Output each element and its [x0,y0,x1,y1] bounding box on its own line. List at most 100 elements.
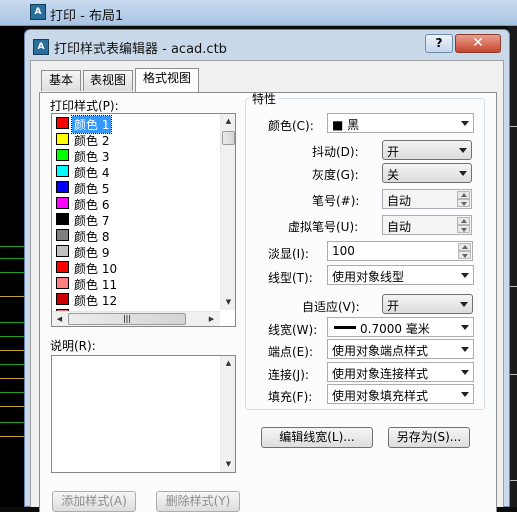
plot-style-table-editor-dialog: A 打印样式表编辑器 - acad.ctb ? ✕ 基本 表视图 格式视图 打印… [24,29,510,512]
plot-style-item[interactable]: 颜色 10 [54,259,216,276]
plot-style-item[interactable]: 颜色 4 [54,163,216,180]
fill-label: 填充(F): [268,390,313,404]
color-swatch-icon [56,133,69,145]
color-swatch-icon [56,165,69,177]
add-style-button[interactable]: 添加样式(A) [52,491,136,512]
screening-spinner[interactable]: 100 [327,241,473,261]
scroll-up-icon[interactable]: ▲ [221,114,236,129]
line-join-dropdown[interactable]: 使用对象连接样式 [327,362,474,382]
lineweight-value: 0.7000 毫米 [360,322,430,336]
plot-style-item[interactable]: 颜色 5 [54,179,216,196]
background-window-title: 打印 - 布局1 [50,9,124,24]
scroll-down-icon[interactable]: ▼ [221,457,236,472]
description-scrollbar[interactable]: ▲ ▼ [220,356,235,472]
spin-down-icon[interactable] [457,199,470,207]
virtual-pen-spinner[interactable]: 自动 [382,215,472,235]
close-button[interactable]: ✕ [455,34,501,53]
plot-styles-rows: 颜色 1 颜色 2 颜色 3 颜色 4 颜色 5 颜色 6 颜色 7 颜色 8 颜色 9 颜色 1… [52,115,220,311]
pen-number-label: 笔号(#): [312,194,360,208]
plot-styles-list[interactable]: 颜色 1 颜色 2 颜色 3 颜色 4 颜色 5 颜色 6 颜色 7 颜色 8 颜色 9 颜色 1… [51,113,236,327]
color-swatch-icon [56,245,69,257]
delete-style-button[interactable]: 删除样式(Y) [156,491,240,512]
chevron-down-icon [461,273,469,278]
styles-vertical-scrollbar[interactable]: ▲ ▼ [220,114,235,310]
scroll-down-icon[interactable]: ▼ [221,295,236,310]
tab-form-view[interactable]: 格式视图 [135,68,199,92]
plot-style-item[interactable]: 颜色 11 [54,275,216,292]
linetype-dropdown[interactable]: 使用对象线型 [327,265,474,285]
color-swatch-icon [56,293,69,305]
scroll-up-icon[interactable]: ▲ [221,356,236,371]
linetype-label: 线型(T): [268,271,313,285]
chevron-down-icon [461,325,469,330]
lineweight-sample-icon [334,326,356,329]
grayscale-value: 关 [387,168,400,182]
chevron-down-icon [459,171,467,176]
chevron-down-icon [461,347,469,352]
form-view-panel: 打印样式(P): 颜色 1 颜色 2 颜色 3 颜色 4 颜色 5 颜色 6 颜色 7 颜色 … [39,90,497,512]
tab-general[interactable]: 基本 [41,70,81,91]
line-join-label: 连接(J): [268,368,309,382]
autocad-app-icon: A [30,4,46,20]
pen-number-value: 自动 [387,194,412,208]
fill-dropdown[interactable]: 使用对象填充样式 [327,384,474,404]
color-swatch-icon [56,117,69,129]
color-label: 颜色(C): [268,119,314,133]
color-dropdown[interactable]: ■ 黑 [327,113,474,133]
scroll-right-icon[interactable]: ▶ [204,312,219,327]
drawing-area-strip [0,26,24,507]
spin-up-icon[interactable] [458,243,471,251]
scroll-thumb[interactable] [222,131,235,145]
plot-style-item[interactable]: 颜色 6 [54,195,216,212]
grayscale-label: 灰度(G): [312,168,359,182]
spin-up-icon[interactable] [457,217,470,225]
virtual-pen-value: 自动 [387,220,412,234]
background-titlebar: A 打印 - 布局1 [0,0,517,26]
line-join-value: 使用对象连接样式 [332,367,429,381]
plot-style-item[interactable]: 颜色 9 [54,243,216,260]
line-end-value: 使用对象端点样式 [332,344,429,358]
fill-value: 使用对象填充样式 [332,389,429,403]
lineweight-dropdown[interactable]: 0.7000 毫米 [327,317,474,337]
plot-style-item[interactable]: 颜色 1 [54,115,216,134]
description-textarea[interactable]: ▲ ▼ [51,355,236,473]
dither-value: 开 [387,145,400,159]
chevron-down-icon [461,370,469,375]
help-button[interactable]: ? [425,34,453,53]
color-swatch-icon [56,229,69,241]
scroll-left-icon[interactable]: ◀ [52,312,67,327]
adaptive-value: 开 [387,299,400,313]
plot-style-item[interactable]: 颜色 3 [54,147,216,164]
adaptive-dropdown[interactable]: 开 [382,294,473,314]
scroll-thumb-horizontal[interactable]: ||| [68,313,186,325]
plot-style-item[interactable]: 颜色 8 [54,227,216,244]
spin-down-icon[interactable] [458,251,471,259]
styles-horizontal-scrollbar[interactable]: ◀ ||| ▶ [52,311,220,326]
screening-label: 淡显(I): [268,247,309,261]
plot-style-item[interactable]: 颜色 7 [54,211,216,228]
spin-up-icon[interactable] [457,191,470,199]
line-end-dropdown[interactable]: 使用对象端点样式 [327,339,474,359]
dither-label: 抖动(D): [312,145,359,159]
grayscale-dropdown[interactable]: 关 [382,163,472,183]
chevron-down-icon [459,148,467,153]
color-swatch-icon [56,261,69,273]
plot-style-item[interactable]: 颜色 12 [54,291,216,308]
dialog-client-area: 基本 表视图 格式视图 打印样式(P): 颜色 1 颜色 2 颜色 3 颜色 4 颜色 … [30,60,504,512]
color-swatch-icon [56,213,69,225]
description-label: 说明(R): [50,339,96,353]
line-end-label: 端点(E): [268,345,313,359]
plot-styles-label: 打印样式(P): [50,99,119,113]
linetype-value: 使用对象线型 [332,270,405,284]
screening-value: 100 [332,244,355,258]
dither-dropdown[interactable]: 开 [382,140,472,160]
spin-down-icon[interactable] [457,225,470,233]
edit-lineweights-button[interactable]: 编辑线宽(L)... [261,427,373,448]
tab-table-view[interactable]: 表视图 [83,70,133,91]
save-as-button[interactable]: 另存为(S)... [388,427,470,448]
pen-number-spinner[interactable]: 自动 [382,189,472,209]
plot-style-item[interactable]: 颜色 2 [54,131,216,148]
color-value: ■ 黑 [332,118,360,132]
color-swatch-icon [56,181,69,193]
color-swatch-icon [56,197,69,209]
